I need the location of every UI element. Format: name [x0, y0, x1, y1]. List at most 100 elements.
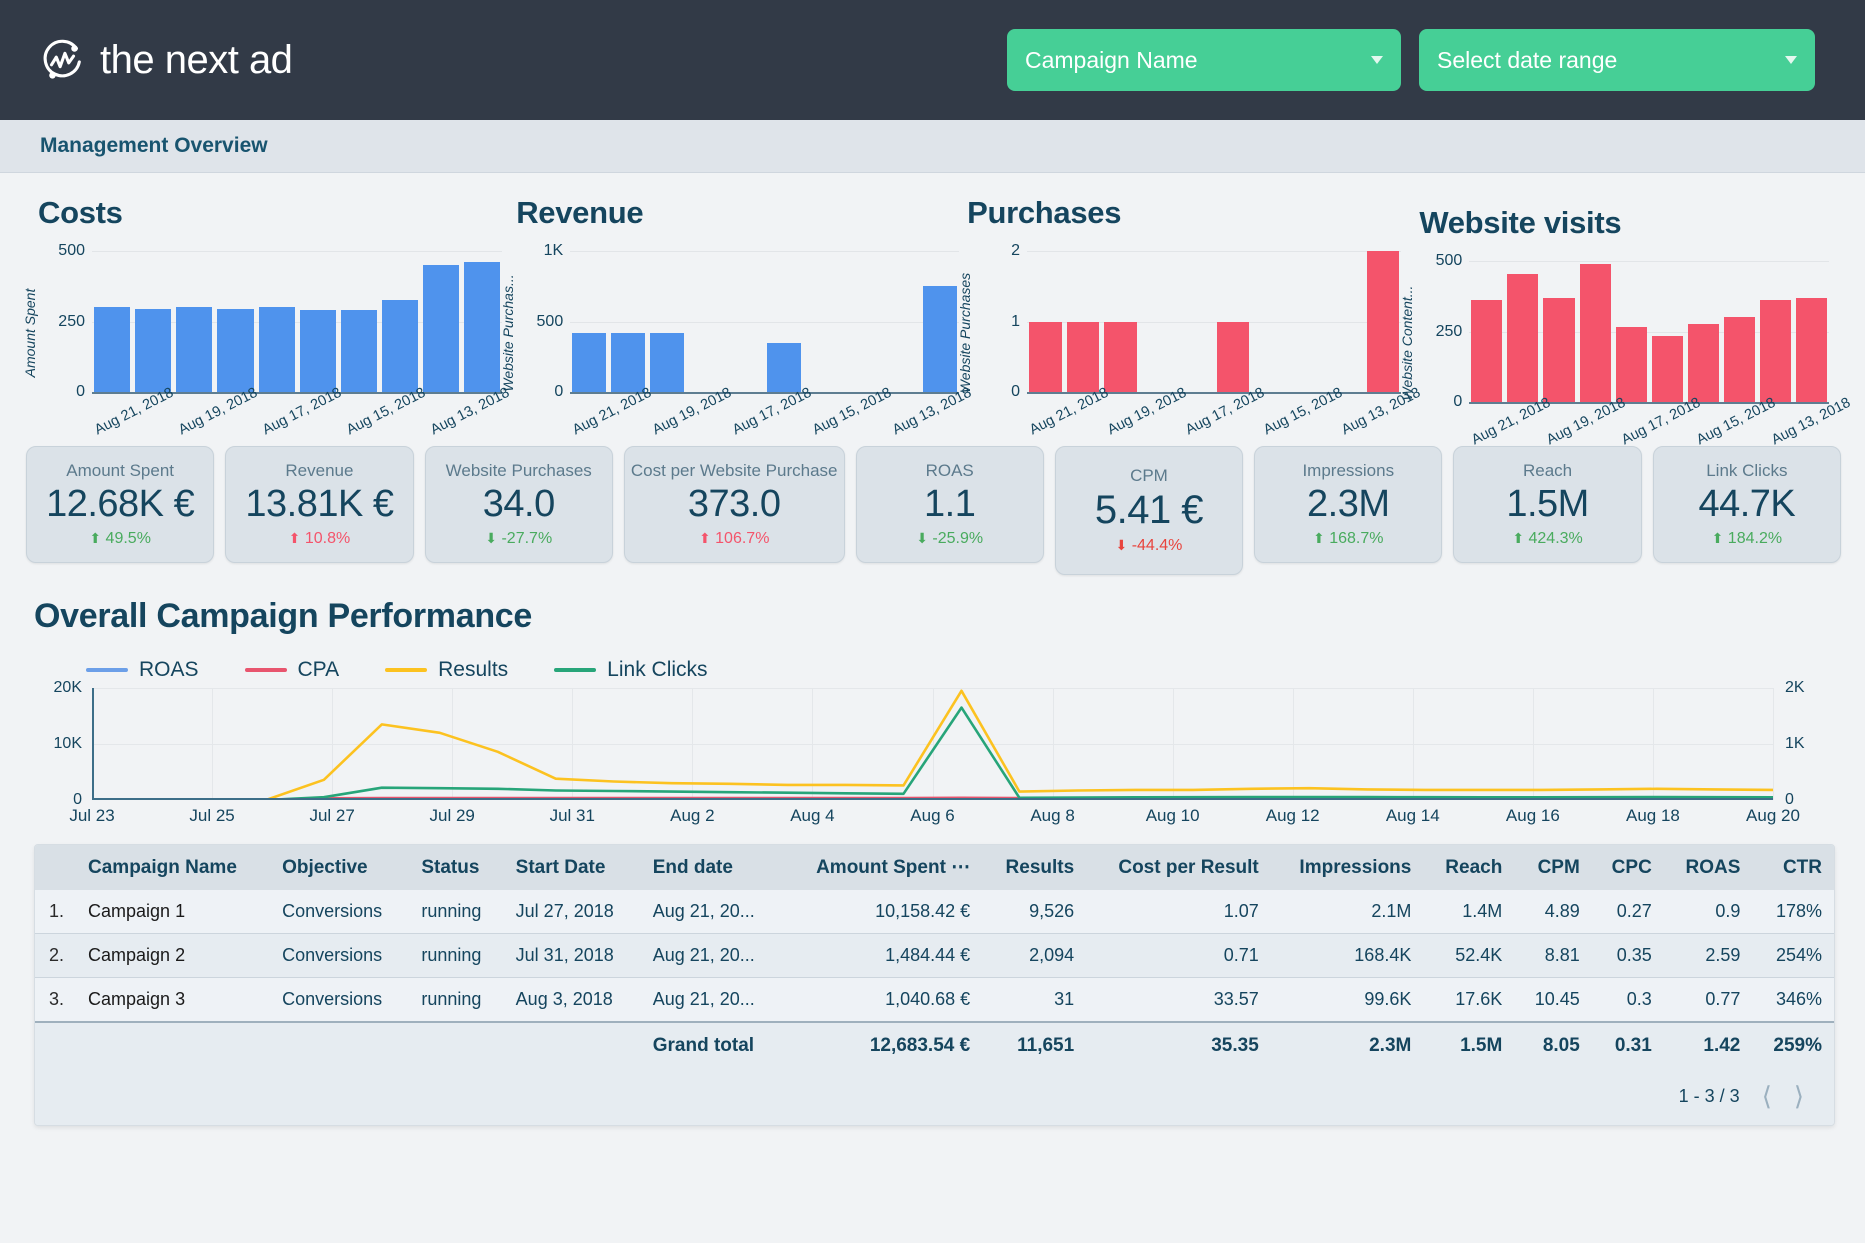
- revenue-plot: Website Purchas... 1K 500 0 Aug 21, 2018 Au…: [500, 242, 974, 438]
- arrow-up-icon: ⬆: [1711, 530, 1724, 546]
- purchases-plot: Website Purchases 210 Aug 21, 2018 Aug 19…: [957, 242, 1423, 438]
- costs-chart-title: Costs: [38, 195, 123, 230]
- table-cell: 1.07: [1086, 890, 1271, 934]
- line-chart-legend: ROAS CPA Results Link Clicks: [86, 658, 1835, 682]
- bar: [611, 332, 646, 392]
- costs-chart: Costs Amount Spent 500 250 0 Aug 21, 2018 A…: [22, 195, 512, 438]
- column-header[interactable]: Amount Spent ⋯: [782, 845, 983, 890]
- x-tick-label: Aug 10: [1145, 806, 1200, 825]
- kpi-delta-value: 184.2%: [1723, 530, 1783, 547]
- grand-total-cell: [503, 1021, 641, 1069]
- bar: [650, 332, 685, 392]
- bar: [572, 332, 607, 392]
- table-cell: Aug 3, 2018: [503, 977, 641, 1023]
- chevron-right-icon[interactable]: ⟩: [1794, 1083, 1804, 1109]
- table-cell: 1,484.44 €: [782, 933, 983, 978]
- y-tick-label: 500: [58, 242, 85, 259]
- y-tick-label: 0: [1011, 383, 1021, 400]
- table-cell: 2.: [35, 933, 77, 978]
- table-cell: 2.59: [1663, 933, 1753, 978]
- grand-total-cell: [76, 1021, 271, 1069]
- column-header[interactable]: CPM: [1514, 845, 1592, 890]
- y-tick-label: 0: [554, 383, 564, 400]
- table-row[interactable]: 3. Campaign 3 Conversions running Aug 3, 201…: [35, 977, 1834, 1023]
- kpi-delta: ⬆ 184.2%: [1660, 530, 1834, 548]
- column-header[interactable]: Campaign Name: [76, 845, 271, 890]
- legend-label: Results: [438, 658, 509, 681]
- table-cell: Aug 21, 20...: [640, 977, 783, 1023]
- purchases-chart-title: Purchases: [967, 195, 1122, 230]
- y-tick-label-left: 20K: [53, 679, 82, 696]
- pagination-range: 1 - 3 / 3: [1678, 1085, 1740, 1106]
- chevron-left-icon[interactable]: ⟨: [1762, 1083, 1772, 1109]
- y-tick-label: 250: [58, 312, 85, 330]
- table-cell: 33.57: [1086, 977, 1271, 1023]
- grand-total-cell: [270, 1021, 410, 1069]
- costs-y-axis-label: Amount Spent: [22, 288, 38, 377]
- kpi-delta-value: 106.7%: [710, 530, 770, 547]
- column-header[interactable]: Status: [409, 845, 504, 890]
- legend-swatch: [554, 668, 597, 672]
- table-cell: Campaign 2: [76, 933, 271, 978]
- table-cell: Aug 21, 20...: [640, 933, 783, 978]
- bar: [381, 300, 418, 392]
- table-header: Campaign Name Objective Status Start Date En…: [35, 845, 1834, 890]
- bar: [1759, 300, 1791, 402]
- column-header[interactable]: Cost per Result: [1086, 845, 1271, 890]
- kpi-delta-value: -27.7%: [497, 530, 553, 547]
- grand-total-cell: 259%: [1752, 1021, 1834, 1069]
- y-tick-label: 500: [536, 312, 564, 330]
- table-row[interactable]: 1. Campaign 1 Conversions running Jul 27, 20…: [35, 890, 1834, 934]
- date-range-selector[interactable]: Select date range: [1419, 29, 1815, 91]
- grand-total-cell: 2.3M: [1270, 1021, 1424, 1069]
- kpi-charts-row: Costs Amount Spent 500 250 0 Aug 21, 2018 A…: [0, 173, 1865, 448]
- kpi-delta: ⬆ 49.5%: [33, 530, 207, 548]
- website-visits-x-tick-labels: Aug 21, 2018 Aug 19, 2018 Aug 17, 2018 Aug …: [1463, 395, 1853, 490]
- bar: [340, 310, 377, 392]
- kpi-delta: ⬆ 106.7%: [631, 530, 838, 548]
- y-tick-label: 0: [76, 383, 85, 400]
- column-header[interactable]: CTR: [1752, 845, 1834, 890]
- y-tick-label: 250: [1435, 322, 1463, 340]
- column-header[interactable]: Start Date: [503, 845, 641, 890]
- x-tick-label: Jul 29: [429, 806, 475, 825]
- table-row[interactable]: 2. Campaign 2 Conversions running Jul 31, 20…: [35, 933, 1834, 978]
- column-header[interactable]: Objective: [270, 845, 410, 890]
- column-header[interactable]: Reach: [1423, 845, 1515, 890]
- bar: [1104, 321, 1137, 392]
- column-header[interactable]: CPC: [1591, 845, 1664, 890]
- arrow-up-icon: ⬆: [698, 530, 711, 546]
- bar: [767, 342, 802, 392]
- x-tick-label: Aug 8: [1030, 806, 1075, 825]
- table-cell: running: [409, 933, 504, 978]
- table-cell: Conversions: [270, 933, 410, 978]
- purchases-x-tick-labels: Aug 21, 2018 Aug 19, 2018 Aug 17, 2018 Aug …: [1021, 385, 1423, 480]
- campaign-name-selector[interactable]: Campaign Name: [1007, 29, 1401, 91]
- y-tick-label: 1: [1011, 312, 1021, 330]
- x-tick-label: Aug 12: [1265, 806, 1320, 825]
- legend-item[interactable]: ROAS: [86, 658, 199, 682]
- table-cell: 346%: [1752, 977, 1834, 1023]
- kpi-delta-value: 424.3%: [1524, 530, 1583, 547]
- campaign-selector-label: Campaign Name: [1025, 46, 1198, 73]
- bar: [1029, 321, 1062, 392]
- table-cell: 0.77: [1663, 977, 1753, 1023]
- website-visits-plot-area: 500 250 0: [1436, 252, 1829, 410]
- arrow-down-icon: ⬇: [916, 530, 928, 546]
- pulse-circle-logo-icon: [40, 37, 86, 83]
- page-title: Management Overview: [40, 134, 268, 157]
- bar: [923, 286, 958, 392]
- column-header[interactable]: Results: [982, 845, 1087, 890]
- legend-item[interactable]: Results: [385, 658, 508, 682]
- kpi-delta: ⬆ 168.7%: [1261, 530, 1435, 548]
- column-header[interactable]: Impressions: [1270, 845, 1424, 890]
- chevron-down-icon: [1785, 56, 1797, 64]
- legend-item[interactable]: Link Clicks: [554, 658, 708, 682]
- column-header[interactable]: ROAS: [1663, 845, 1753, 890]
- table-header-row: Campaign Name Objective Status Start Date En…: [35, 845, 1834, 890]
- legend-item[interactable]: CPA: [244, 658, 339, 682]
- column-header[interactable]: End date: [640, 845, 783, 890]
- x-tick-label: Aug 16: [1505, 806, 1560, 825]
- table-cell: Conversions: [270, 890, 410, 934]
- y-tick-label-left: 10K: [53, 735, 82, 752]
